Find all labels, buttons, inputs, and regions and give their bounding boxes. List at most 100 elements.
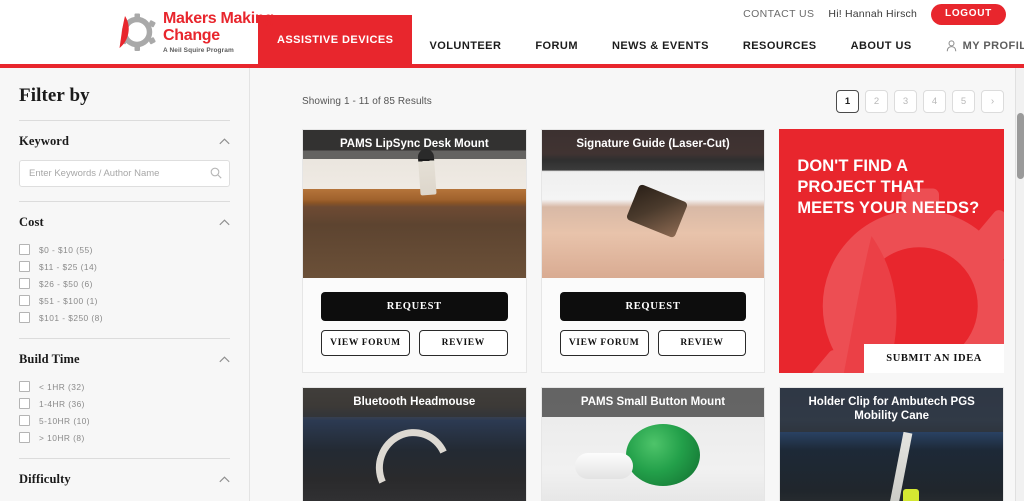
filter-option[interactable]: $101 - $250 (8) [19, 309, 230, 326]
filter-option-label: $11 - $25 (14) [39, 261, 98, 272]
filter-sidebar: Filter by Keyword Cost [0, 68, 250, 501]
filter-option[interactable]: < 1HR (32) [19, 378, 230, 395]
filter-label-build-time: Build Time [19, 352, 80, 366]
nav-item-news-events[interactable]: NEWS & EVENTS [595, 28, 726, 64]
search-icon[interactable] [210, 167, 222, 179]
filter-option[interactable]: > 10HR (8) [19, 429, 230, 446]
page-button-4[interactable]: 4 [923, 90, 946, 113]
request-button[interactable]: REQUEST [559, 292, 747, 321]
device-card-grid: PAMS LipSync Desk Mount REQUEST VIEW FOR… [270, 129, 1008, 501]
view-forum-button[interactable]: VIEW FORUM [559, 330, 649, 356]
nav-item-assistive-devices[interactable]: ASSISTIVE DEVICES [258, 15, 413, 64]
filter-section-cost: Cost $0 - $10 (55) $11 - $25 (14) $26 - … [19, 202, 230, 338]
site-logo[interactable]: Makers Making Change A Neil Squire Progr… [116, 6, 274, 58]
filter-option-label: $51 - $100 (1) [39, 295, 98, 306]
page-body: Filter by Keyword Cost [0, 68, 1024, 501]
submit-idea-promo[interactable]: DON'T FIND A PROJECT THAT MEETS YOUR NEE… [779, 129, 1004, 373]
checkbox[interactable] [19, 415, 30, 426]
contact-us-link[interactable]: CONTACT US [743, 8, 814, 20]
logo-tagline: A Neil Squire Program [163, 47, 234, 55]
card-title: PAMS Small Button Mount [541, 388, 765, 418]
filter-option[interactable]: $0 - $10 (55) [19, 241, 230, 258]
card-title: Holder Clip for Ambutech PGS Mobility Ca… [780, 388, 1003, 432]
filter-header-difficulty[interactable]: Difficulty [19, 459, 230, 498]
nav-item-my-profile[interactable]: MY PROFILE [929, 28, 1024, 64]
nav-item-forum[interactable]: FORUM [518, 28, 595, 64]
promo-headline: DON'T FIND A PROJECT THAT MEETS YOUR NEE… [797, 157, 980, 218]
filter-option-label: $101 - $250 (8) [39, 312, 104, 323]
device-card[interactable]: Signature Guide (Laser-Cut) REQUEST VIEW… [540, 129, 766, 373]
page-button-5[interactable]: 5 [952, 90, 975, 113]
checkbox[interactable] [19, 398, 30, 409]
filter-option-label: $0 - $10 (55) [39, 244, 93, 255]
filter-option[interactable]: $11 - $25 (14) [19, 258, 230, 275]
filter-option-label: 1-4HR (36) [39, 398, 85, 409]
nav-item-volunteer[interactable]: VOLUNTEER [412, 28, 518, 64]
request-button[interactable]: REQUEST [321, 292, 508, 321]
review-button[interactable]: REVIEW [418, 330, 508, 356]
card-title: PAMS LipSync Desk Mount [303, 130, 526, 160]
page-button-3[interactable]: 3 [894, 90, 917, 113]
card-media: Holder Clip for Ambutech PGS Mobility Ca… [780, 388, 1003, 501]
page-button-1[interactable]: 1 [836, 90, 859, 113]
device-card[interactable]: PAMS Small Button Mount [540, 387, 766, 501]
filter-label-keyword: Keyword [19, 134, 69, 148]
filter-header-cost[interactable]: Cost [19, 202, 230, 241]
scrollbar-thumb[interactable] [1017, 113, 1024, 179]
card-title: Signature Guide (Laser-Cut) [541, 130, 765, 160]
card-actions: REQUEST VIEW FORUM REVIEW [541, 278, 765, 372]
filter-option-label: $26 - $50 (6) [39, 278, 93, 289]
submit-an-idea-button[interactable]: SUBMIT AN IDEA [864, 344, 1004, 373]
checkbox[interactable] [19, 261, 30, 272]
card-actions: REQUEST VIEW FORUM REVIEW [303, 278, 526, 372]
card-media: PAMS Small Button Mount [541, 388, 765, 501]
checkbox[interactable] [19, 244, 30, 255]
filter-option-label: > 10HR (8) [39, 432, 85, 443]
review-button[interactable]: REVIEW [657, 330, 747, 356]
keyword-input[interactable] [19, 160, 230, 187]
nav-item-about-us[interactable]: ABOUT US [834, 28, 929, 64]
filter-option[interactable]: 5-10HR (10) [19, 412, 230, 429]
nav-item-resources[interactable]: RESOURCES [726, 28, 834, 64]
pagination: 1 2 3 4 5 › [836, 90, 1004, 113]
card-media: PAMS LipSync Desk Mount [303, 130, 526, 278]
chevron-up-icon [219, 356, 230, 363]
logo-line-1: Makers Making [163, 10, 274, 28]
logout-button[interactable]: LOGOUT [931, 3, 1006, 25]
filter-label-cost: Cost [19, 215, 44, 229]
build-time-option-list: < 1HR (32) 1-4HR (36) 5-10HR (10) > 10HR… [19, 378, 230, 458]
page-button-2[interactable]: 2 [865, 90, 888, 113]
filter-option-label: < 1HR (32) [39, 381, 85, 392]
chevron-up-icon [219, 138, 230, 145]
next-page-button[interactable]: › [981, 90, 1004, 113]
checkbox[interactable] [19, 312, 30, 323]
card-media: Bluetooth Headmouse [303, 388, 526, 501]
checkbox[interactable] [19, 381, 30, 392]
site-header: Makers Making Change A Neil Squire Progr… [0, 10, 1024, 64]
card-media: Signature Guide (Laser-Cut) [541, 130, 765, 278]
chevron-up-icon [219, 219, 230, 226]
primary-nav: ASSISTIVE DEVICES VOLUNTEER FORUM NEWS &… [258, 15, 1024, 64]
device-card[interactable]: Holder Clip for Ambutech PGS Mobility Ca… [779, 387, 1004, 501]
user-greeting: Hi! Hannah Hirsch [828, 8, 918, 20]
checkbox[interactable] [19, 278, 30, 289]
filter-option[interactable]: 1-4HR (36) [19, 395, 230, 412]
filter-header-keyword[interactable]: Keyword [19, 121, 230, 160]
filter-header-build-time[interactable]: Build Time [19, 339, 230, 378]
filter-section-difficulty: Difficulty BEGINNER (51) INTERMEDIATE (3… [19, 459, 230, 501]
filter-label-difficulty: Difficulty [19, 472, 71, 486]
filter-option[interactable]: $51 - $100 (1) [19, 292, 230, 309]
results-count: Showing 1 - 11 of 85 Results [302, 96, 432, 107]
filter-option-label: 5-10HR (10) [39, 415, 91, 426]
page-scrollbar[interactable] [1015, 68, 1024, 501]
checkbox[interactable] [19, 295, 30, 306]
chevron-up-icon [219, 476, 230, 483]
logo-line-2: Change [163, 26, 220, 44]
view-forum-button[interactable]: VIEW FORUM [321, 330, 410, 356]
filter-panel-title: Filter by [19, 85, 90, 106]
device-card[interactable]: Bluetooth Headmouse [302, 387, 527, 501]
checkbox[interactable] [19, 432, 30, 443]
device-card[interactable]: PAMS LipSync Desk Mount REQUEST VIEW FOR… [302, 129, 527, 373]
filter-option[interactable]: $26 - $50 (6) [19, 275, 230, 292]
cost-option-list: $0 - $10 (55) $11 - $25 (14) $26 - $50 (… [19, 241, 230, 338]
